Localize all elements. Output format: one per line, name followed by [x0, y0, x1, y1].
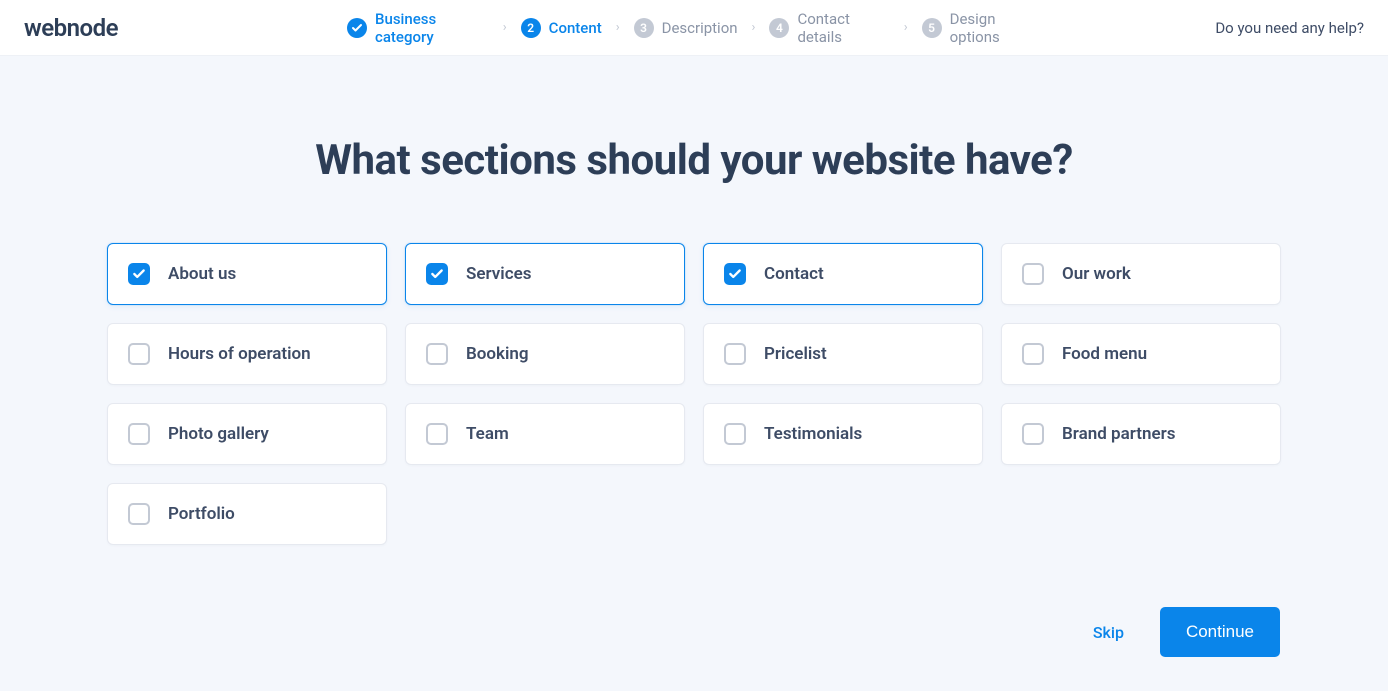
logo: webnode	[24, 14, 118, 42]
checkbox[interactable]	[1022, 423, 1044, 445]
step-number-badge: 5	[922, 18, 942, 38]
section-card-food-menu[interactable]: Food menu	[1001, 323, 1281, 385]
section-card-booking[interactable]: Booking	[405, 323, 685, 385]
main-content: What sections should your website have? …	[0, 56, 1388, 545]
chevron-right-icon: ›	[752, 20, 756, 35]
checkbox[interactable]	[426, 263, 448, 285]
help-link[interactable]: Do you need any help?	[1215, 19, 1364, 37]
wizard-step-5[interactable]: 5 Design options	[922, 10, 1041, 46]
section-card-pricelist[interactable]: Pricelist	[703, 323, 983, 385]
checkbox[interactable]	[426, 343, 448, 365]
chevron-right-icon: ›	[616, 20, 620, 35]
step-number-badge: 3	[634, 18, 654, 38]
check-icon	[347, 18, 367, 38]
section-card-contact[interactable]: Contact	[703, 243, 983, 305]
checkbox[interactable]	[724, 423, 746, 445]
section-card-photo-gallery[interactable]: Photo gallery	[107, 403, 387, 465]
wizard-step-3[interactable]: 3 Description	[634, 18, 738, 38]
step-number-badge: 2	[521, 18, 541, 38]
section-card-label: Photo gallery	[168, 424, 269, 444]
wizard-step-2[interactable]: 2 Content	[521, 18, 602, 38]
section-card-our-work[interactable]: Our work	[1001, 243, 1281, 305]
section-card-label: Brand partners	[1062, 424, 1175, 444]
footer-actions: Skip Continue	[1093, 607, 1280, 657]
section-card-label: Pricelist	[764, 344, 827, 364]
step-label: Description	[662, 19, 738, 37]
section-card-label: Services	[466, 264, 531, 284]
section-card-label: Hours of operation	[168, 344, 311, 364]
wizard-step-1[interactable]: Business category	[347, 10, 489, 46]
checkbox[interactable]	[1022, 343, 1044, 365]
chevron-right-icon: ›	[503, 20, 507, 35]
step-label: Content	[549, 19, 602, 37]
section-card-services[interactable]: Services	[405, 243, 685, 305]
section-card-hours-of-operation[interactable]: Hours of operation	[107, 323, 387, 385]
section-card-about-us[interactable]: About us	[107, 243, 387, 305]
checkbox[interactable]	[128, 423, 150, 445]
checkbox[interactable]	[1022, 263, 1044, 285]
section-card-testimonials[interactable]: Testimonials	[703, 403, 983, 465]
step-number-badge: 4	[769, 18, 789, 38]
section-card-label: Testimonials	[764, 424, 862, 444]
checkbox[interactable]	[128, 343, 150, 365]
section-card-label: Portfolio	[168, 504, 235, 524]
wizard-step-4[interactable]: 4 Contact details	[769, 10, 889, 46]
step-label: Business category	[375, 10, 489, 46]
check-icon	[728, 267, 742, 281]
checkbox[interactable]	[128, 503, 150, 525]
chevron-right-icon: ›	[904, 20, 908, 35]
check-icon	[430, 267, 444, 281]
check-icon	[132, 267, 146, 281]
wizard-steps: Business category › 2 Content › 3 Description ›…	[347, 10, 1041, 46]
skip-link[interactable]: Skip	[1093, 623, 1124, 642]
section-card-portfolio[interactable]: Portfolio	[107, 483, 387, 545]
section-card-label: About us	[168, 264, 236, 284]
checkbox[interactable]	[128, 263, 150, 285]
section-card-label: Booking	[466, 344, 529, 364]
page-title: What sections should your website have?	[315, 136, 1072, 185]
section-card-label: Our work	[1062, 264, 1131, 284]
sections-grid: About us Services Contact Our work Hours of …	[107, 243, 1281, 545]
checkbox[interactable]	[724, 343, 746, 365]
section-card-label: Food menu	[1062, 344, 1147, 364]
checkbox[interactable]	[426, 423, 448, 445]
section-card-label: Contact	[764, 264, 824, 284]
continue-button[interactable]: Continue	[1160, 607, 1280, 657]
step-label: Design options	[950, 10, 1041, 46]
step-label: Contact details	[797, 10, 889, 46]
section-card-brand-partners[interactable]: Brand partners	[1001, 403, 1281, 465]
section-card-label: Team	[466, 424, 509, 444]
checkbox[interactable]	[724, 263, 746, 285]
section-card-team[interactable]: Team	[405, 403, 685, 465]
app-header: webnode Business category › 2 Content › 3 Desc…	[0, 0, 1388, 56]
